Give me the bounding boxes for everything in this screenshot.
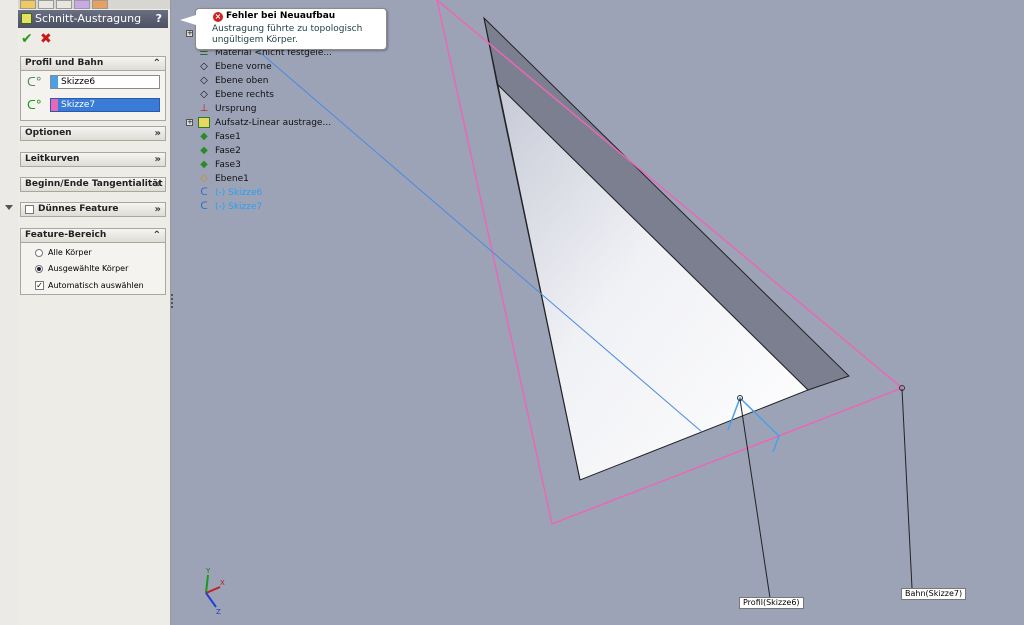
path-value: Skizze7 bbox=[61, 100, 96, 110]
thin-feature-checkbox[interactable] bbox=[25, 205, 34, 214]
tooltip-message: Austragung führte zu topologisch ungülti… bbox=[212, 24, 363, 45]
page-title: Schnitt-Austragung bbox=[35, 12, 142, 25]
display-manager-tab[interactable] bbox=[92, 0, 108, 9]
chamfer-icon: ◆ bbox=[200, 145, 208, 156]
chevron-down-icon[interactable]: » bbox=[155, 203, 161, 216]
group-header-duennes-feature[interactable]: Dünnes Feature » bbox=[20, 202, 166, 217]
group-label: Beginn/Ende Tangentialität bbox=[25, 179, 163, 189]
auto-select-checkbox[interactable]: ✓ bbox=[35, 281, 44, 290]
chevron-up-icon[interactable]: ⌃ bbox=[153, 57, 161, 70]
dimxpert-tab[interactable] bbox=[74, 0, 90, 9]
left-collapse-strip[interactable] bbox=[0, 0, 19, 625]
radio-all-bodies[interactable] bbox=[35, 249, 43, 257]
reference-triad-icon: Y X Z bbox=[205, 567, 225, 615]
path-icon: ᑕ° bbox=[27, 98, 42, 112]
profile-callout[interactable]: Profil(Skizze6) bbox=[739, 597, 804, 609]
chamfer-icon: ◆ bbox=[200, 131, 208, 142]
group-label: Feature-Bereich bbox=[25, 230, 107, 240]
axis-x-label: X bbox=[220, 579, 225, 587]
axis-y-label: Y bbox=[205, 567, 211, 575]
group-header-optionen[interactable]: Optionen » bbox=[20, 126, 166, 141]
property-manager-title-bar: Schnitt-Austragung ? bbox=[18, 10, 168, 28]
rebuild-error-tooltip: × Fehler bei Neuaufbau Austragung führte… bbox=[180, 8, 387, 50]
plane-icon: ◇ bbox=[200, 173, 208, 184]
path-field[interactable]: Skizze7 bbox=[50, 98, 160, 112]
group-header-tangentialitaet[interactable]: Beginn/Ende Tangentialität » bbox=[20, 177, 166, 192]
profile-icon: ᑕ° bbox=[27, 75, 42, 89]
axis-z-label: Z bbox=[216, 608, 221, 615]
path-callout[interactable]: Bahn(Skizze7) bbox=[901, 588, 967, 600]
extrude-icon bbox=[198, 117, 210, 128]
plane-icon: ◇ bbox=[200, 75, 208, 86]
configuration-manager-tab[interactable] bbox=[56, 0, 72, 9]
sketch-icon: ᑕ bbox=[200, 201, 208, 212]
path-color-swatch bbox=[51, 99, 58, 111]
chevron-down-icon[interactable]: » bbox=[155, 153, 161, 166]
group-header-feature-bereich[interactable]: Feature-Bereich ⌃ bbox=[20, 228, 166, 243]
group-header-profil-und-bahn[interactable]: Profil und Bahn ⌃ bbox=[20, 56, 166, 71]
option-label: Alle Körper bbox=[48, 248, 92, 257]
origin-icon: ⊥ bbox=[199, 103, 209, 114]
group-body-profil-und-bahn: ᑕ° Skizze6 ᑕ° Skizze7 bbox=[20, 71, 166, 121]
group-label: Dünnes Feature bbox=[38, 204, 119, 214]
group-label: Profil und Bahn bbox=[25, 58, 104, 68]
property-manager-tab[interactable] bbox=[38, 0, 54, 9]
feature-manager-tab[interactable] bbox=[20, 0, 36, 9]
profile-value: Skizze6 bbox=[61, 77, 96, 87]
ok-button[interactable]: ✔ bbox=[21, 31, 33, 47]
path-leader bbox=[901, 388, 913, 589]
solid-front-face[interactable] bbox=[496, 82, 809, 481]
tooltip-pointer bbox=[180, 15, 196, 25]
sweep-feature-icon bbox=[21, 13, 32, 24]
chevron-down-icon[interactable]: » bbox=[155, 127, 161, 140]
radio-selected-bodies[interactable] bbox=[35, 265, 43, 273]
profile-leader bbox=[739, 398, 771, 599]
group-label: Optionen bbox=[25, 128, 72, 138]
property-manager-panel: Schnitt-Austragung ? ✔ ✖ Profil und Bahn… bbox=[18, 0, 171, 625]
chamfer-icon: ◆ bbox=[200, 159, 208, 170]
manager-tabs bbox=[18, 0, 170, 9]
graphics-viewport[interactable] bbox=[175, 0, 1024, 625]
option-label: Automatisch auswählen bbox=[48, 281, 144, 290]
error-icon: × bbox=[213, 12, 223, 22]
profile-field[interactable]: Skizze6 bbox=[50, 75, 160, 89]
collapse-arrow-icon[interactable] bbox=[5, 205, 13, 210]
cancel-button[interactable]: ✖ bbox=[40, 31, 52, 47]
plane-icon: ◇ bbox=[200, 89, 208, 100]
chevron-up-icon[interactable]: ⌃ bbox=[153, 229, 161, 242]
chevron-down-icon[interactable]: » bbox=[155, 178, 161, 191]
tooltip-title: Fehler bei Neuaufbau bbox=[226, 11, 336, 21]
sketch-icon: ᑕ bbox=[200, 187, 208, 198]
group-label: Leitkurven bbox=[25, 154, 80, 164]
help-button[interactable]: ? bbox=[156, 10, 162, 28]
profile-color-swatch bbox=[51, 76, 58, 88]
plane-icon: ◇ bbox=[200, 61, 208, 72]
group-body-feature-bereich: Alle Körper Ausgewählte Körper ✓ Automat… bbox=[20, 243, 166, 295]
group-header-leitkurven[interactable]: Leitkurven » bbox=[20, 152, 166, 167]
option-label: Ausgewählte Körper bbox=[48, 264, 129, 273]
